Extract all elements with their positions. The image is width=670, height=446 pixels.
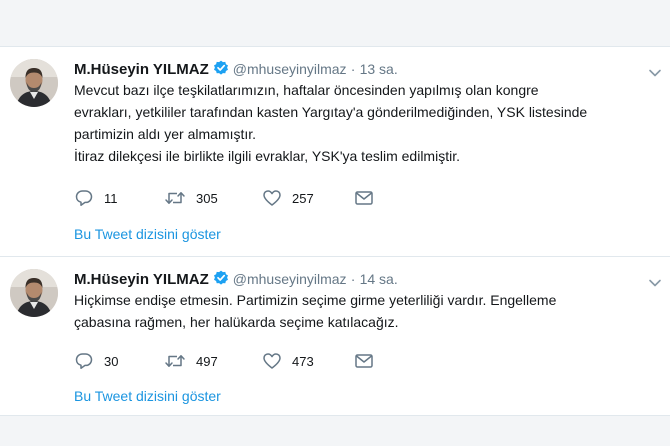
retweet-count: 497	[196, 353, 218, 369]
tweet-timestamp[interactable]: 13 sa.	[360, 61, 398, 77]
retweet-button[interactable]: 305	[164, 187, 262, 209]
meta-separator: ·	[350, 271, 356, 287]
direct-message-button[interactable]	[354, 350, 384, 372]
avatar[interactable]	[10, 269, 58, 317]
retweet-count: 305	[196, 190, 218, 206]
tweet-text-line: evrakları, yetkililer tarafından kasten …	[74, 104, 588, 120]
retweet-icon	[165, 192, 185, 204]
top-background-strip	[0, 0, 670, 46]
envelope-icon	[355, 191, 373, 205]
retweet-button[interactable]: 497	[164, 350, 262, 372]
like-count: 473	[292, 353, 314, 369]
tweet-card[interactable]: M.Hüseyin YILMAZ @mhuseyinyilmaz · 14 sa.…	[0, 257, 670, 415]
author-name[interactable]: M.Hüseyin YILMAZ	[74, 271, 209, 288]
reply-button[interactable]: 11	[74, 187, 164, 209]
tweet-actions: 30 497 473	[74, 350, 384, 372]
reply-count: 11	[104, 190, 118, 206]
tweet-text-line: çabasına rağmen, her halükarda seçime ka…	[74, 314, 399, 330]
like-button[interactable]: 473	[262, 350, 354, 372]
tweet-header: M.Hüseyin YILMAZ @mhuseyinyilmaz · 13 sa.	[74, 59, 398, 79]
tweet-text-line: Mevcut bazı ilçe teşkilatlarımızın, haft…	[74, 82, 539, 98]
chevron-down-icon[interactable]	[648, 275, 662, 287]
envelope-icon	[355, 354, 373, 368]
heart-icon	[263, 353, 281, 369]
reply-icon	[75, 353, 93, 369]
tweet-text-line: İtiraz dilekçesi ile birlikte ilgili evr…	[74, 148, 460, 164]
show-thread-link[interactable]: Bu Tweet dizisini göster	[74, 224, 221, 244]
tweet-header: M.Hüseyin YILMAZ @mhuseyinyilmaz · 14 sa.	[74, 269, 398, 289]
verified-badge-icon	[213, 60, 229, 76]
reply-button[interactable]: 30	[74, 350, 164, 372]
tweet-actions: 11 305 257	[74, 187, 384, 209]
reply-count: 30	[104, 353, 119, 369]
tweet-text-line: Hiçkimse endişe etmesin. Partimizin seçi…	[74, 292, 557, 308]
avatar-photo	[10, 59, 58, 107]
bottom-background-strip	[0, 416, 670, 446]
author-handle[interactable]: @mhuseyinyilmaz	[233, 271, 347, 287]
avatar[interactable]	[10, 59, 58, 107]
tweet-text-line: partimizin aldı yer almamıştır.	[74, 126, 257, 142]
meta-separator: ·	[350, 61, 356, 77]
show-thread-link[interactable]: Bu Tweet dizisini göster	[74, 386, 221, 406]
avatar-photo	[10, 269, 58, 317]
tweet-text: Hiçkimse endişe etmesin. Partimizin seçi…	[74, 289, 664, 333]
reply-icon	[75, 190, 93, 206]
heart-icon	[263, 190, 281, 206]
chevron-down-icon[interactable]	[648, 65, 662, 77]
tweet-card[interactable]: M.Hüseyin YILMAZ @mhuseyinyilmaz · 13 sa.…	[0, 47, 670, 256]
like-count: 257	[292, 190, 314, 206]
direct-message-button[interactable]	[354, 187, 384, 209]
retweet-icon	[165, 355, 185, 367]
verified-badge-icon	[213, 270, 229, 286]
tweet-timestamp[interactable]: 14 sa.	[360, 271, 398, 287]
tweet-text: Mevcut bazı ilçe teşkilatlarımızın, haft…	[74, 79, 664, 167]
author-name[interactable]: M.Hüseyin YILMAZ	[74, 61, 209, 78]
author-handle[interactable]: @mhuseyinyilmaz	[233, 61, 347, 77]
like-button[interactable]: 257	[262, 187, 354, 209]
